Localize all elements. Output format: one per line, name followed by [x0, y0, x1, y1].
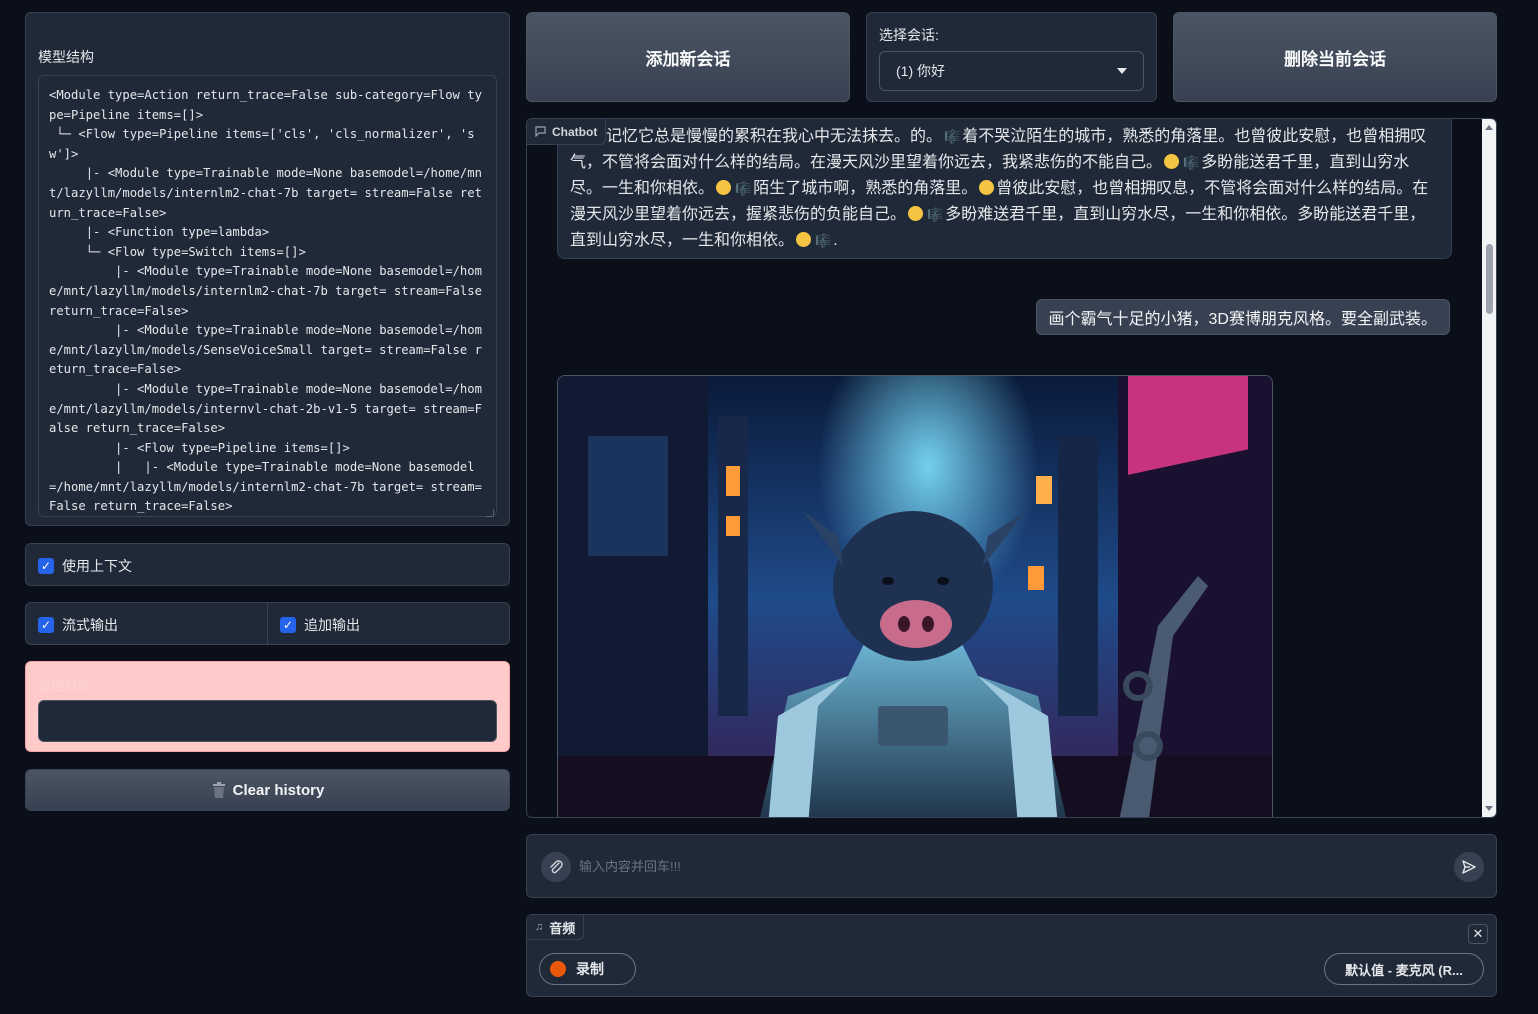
- record-button[interactable]: 录制: [539, 953, 636, 985]
- processing-log-label: 处理日志: [38, 678, 91, 693]
- smile-emoji-icon: [716, 180, 732, 195]
- sad-emoji-icon: [796, 232, 812, 247]
- sad-emoji-icon: [979, 180, 995, 195]
- music-note-icon: 🎼: [815, 233, 832, 248]
- session-selected-value: (1) 你好: [896, 63, 945, 79]
- session-select-label: 选择会话:: [879, 27, 939, 43]
- chatbot-tag: Chatbot: [527, 119, 607, 145]
- record-label: 录制: [576, 961, 604, 977]
- send-icon: [1462, 860, 1476, 874]
- stream-output-checkbox[interactable]: ✓ 流式输出: [38, 615, 118, 635]
- use-context-label: 使用上下文: [62, 558, 132, 574]
- record-dot-icon: [550, 961, 566, 977]
- add-session-button[interactable]: 添加新会话: [526, 12, 850, 102]
- chevron-down-icon: [1117, 68, 1127, 74]
- chat-scrollbar[interactable]: [1482, 119, 1496, 817]
- cyberpunk-pig-image[interactable]: [557, 375, 1273, 817]
- chatbot-tag-label: Chatbot: [552, 124, 598, 139]
- output-options-panel: ✓ 流式输出 ✓ 追加输出: [25, 602, 510, 645]
- delete-session-button[interactable]: 删除当前会话: [1173, 12, 1497, 102]
- chat-icon: [535, 126, 546, 137]
- music-note-icon: ♫: [535, 921, 544, 933]
- trash-icon: [212, 782, 225, 798]
- append-output-checkbox[interactable]: ✓ 追加输出: [280, 615, 360, 635]
- resize-handle[interactable]: [486, 509, 494, 517]
- clear-history-button[interactable]: Clear history: [25, 769, 510, 811]
- model-structure-title: 模型结构: [38, 49, 94, 65]
- scroll-up-arrow-icon[interactable]: [1485, 125, 1493, 130]
- audio-tag-label: 音频: [549, 920, 576, 936]
- bot-text: .: [833, 232, 838, 249]
- send-button[interactable]: [1454, 852, 1484, 882]
- use-context-panel: ✓ 使用上下文: [25, 543, 510, 586]
- audio-tag: ♫ 音频: [527, 915, 585, 940]
- divider: [267, 603, 268, 644]
- message-input[interactable]: 输入内容并回车!!!: [579, 855, 1429, 879]
- append-output-label: 追加输出: [304, 617, 360, 633]
- use-context-checkbox[interactable]: ✓ 使用上下文: [38, 556, 132, 576]
- generated-image-illustration: [558, 376, 1272, 817]
- checkbox-checked-icon: ✓: [38, 617, 54, 633]
- chatbot-panel: Chatbot 记忆它总是慢慢的累积在我心中无法抹去。的。 🎼 着不哭泣陌生的城市，…: [526, 118, 1497, 818]
- model-structure-code[interactable]: <Module type=Action return_trace=False s…: [38, 75, 497, 517]
- microphone-select[interactable]: 默认值 - 麦克风 (R...: [1324, 953, 1484, 985]
- music-note-icon: 🎼: [1183, 155, 1200, 170]
- bot-text: 记忆它总是慢慢的累积在我心中无法抹去。的。: [606, 128, 943, 145]
- checkbox-checked-icon: ✓: [38, 558, 54, 574]
- processing-log-panel: 处理日志: [25, 661, 510, 752]
- music-note-icon: 🎼: [735, 181, 752, 196]
- stream-output-label: 流式输出: [62, 617, 118, 633]
- close-icon[interactable]: ✕: [1468, 924, 1488, 944]
- audio-panel: ♫ 音频 ✕ 录制 默认值 - 麦克风 (R...: [526, 914, 1497, 997]
- scroll-down-arrow-icon[interactable]: [1485, 806, 1493, 811]
- processing-log-textbox[interactable]: [38, 700, 497, 742]
- smile-emoji-icon: [1164, 154, 1180, 169]
- message-input-bar: 输入内容并回车!!!: [526, 834, 1497, 898]
- paperclip-icon: [550, 860, 563, 874]
- session-select-panel: 选择会话: (1) 你好: [866, 12, 1157, 102]
- bot-message: 记忆它总是慢慢的累积在我心中无法抹去。的。 🎼 着不哭泣陌生的城市，熟悉的角落里。也…: [557, 119, 1452, 259]
- music-note-icon: 🎼: [927, 207, 944, 222]
- attach-file-button[interactable]: [541, 852, 571, 882]
- music-note-icon: 🎼: [944, 129, 961, 144]
- model-structure-panel: 模型结构 <Module type=Action return_trace=Fa…: [25, 12, 510, 526]
- checkbox-checked-icon: ✓: [280, 617, 296, 633]
- clear-history-label: Clear history: [232, 781, 325, 799]
- scroll-thumb[interactable]: [1486, 244, 1493, 314]
- session-dropdown[interactable]: (1) 你好: [879, 51, 1144, 91]
- user-message: 画个霸气十足的小猪，3D赛博朋克风格。要全副武装。: [1035, 299, 1450, 335]
- smile-emoji-icon: [908, 206, 924, 221]
- bot-text: 陌生了城市啊，熟悉的角落里。: [753, 180, 978, 197]
